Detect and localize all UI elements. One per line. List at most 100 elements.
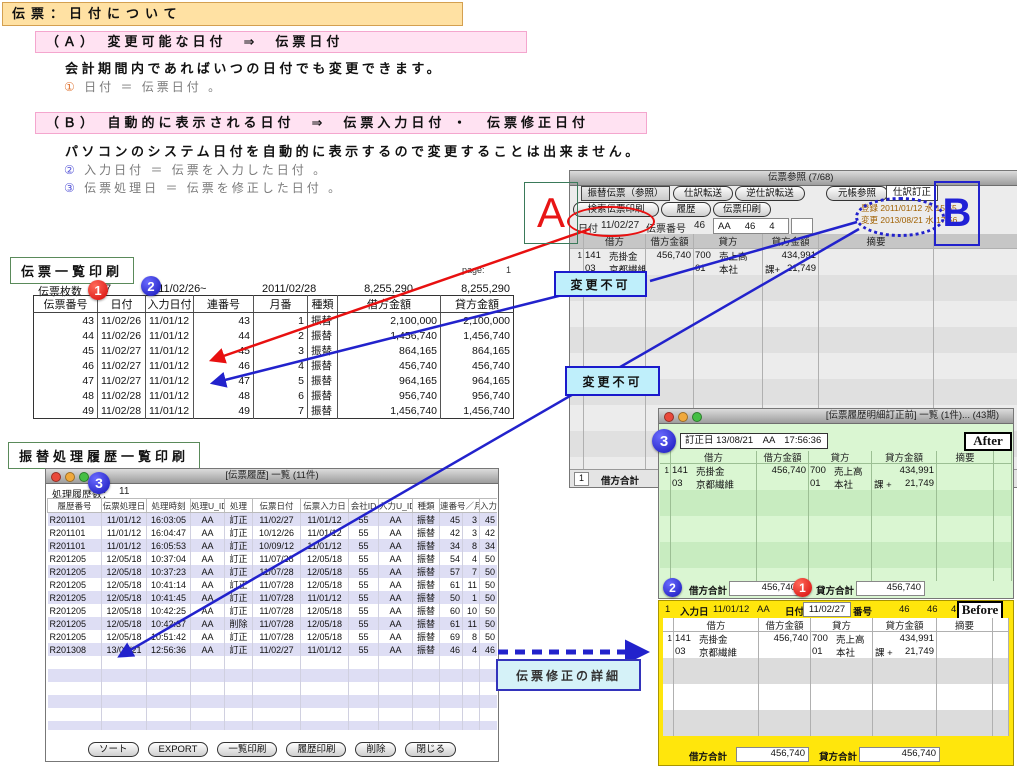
close-icon[interactable]	[664, 412, 674, 422]
empty-field[interactable]	[791, 218, 813, 234]
document: 伝票：日付について （Ａ） 変更可能な日付 ⇒ 伝票日付 会計期間内であればいつ…	[0, 0, 1017, 766]
spacer	[994, 503, 1012, 516]
history-action-button-5[interactable]: 閉じる	[405, 742, 456, 757]
history-action-button-4[interactable]: 削除	[355, 742, 396, 757]
history-row[interactable]: R20120512/05/1810:41:45AA訂正11/07/2811/01…	[48, 591, 498, 604]
history-row[interactable]: R20120512/05/1810:37:23AA訂正11/07/2812/05…	[48, 565, 498, 578]
cell: 振替	[413, 513, 440, 527]
credit-account	[811, 723, 873, 736]
cell: 振替	[308, 388, 338, 403]
history-row[interactable]: R20120512/05/1810:42:25AA訂正11/07/2812/05…	[48, 604, 498, 617]
credit-total-value: 456,740	[859, 747, 940, 762]
cell: 11/01/12	[301, 526, 349, 539]
cell	[463, 669, 480, 682]
credit-amount	[763, 327, 819, 340]
cell: 訂正	[225, 630, 253, 643]
cell	[463, 708, 480, 721]
history-row[interactable]: R20120512/05/1810:42:37AA削除11/07/2812/05…	[48, 617, 498, 630]
cell	[147, 682, 191, 695]
history-count-value: 11	[119, 486, 129, 497]
debit-amount	[646, 327, 694, 340]
column-header: 会社ID	[349, 499, 379, 513]
cell: 12/05/18	[102, 604, 147, 617]
cell: 6	[254, 388, 308, 403]
credit-amount	[763, 366, 819, 379]
credit-account	[809, 490, 872, 503]
history-row[interactable]: R20120512/05/1810:37:04AA訂正11/07/2812/05…	[48, 552, 498, 565]
section-b-item-2: ② 入力日付 ＝ 伝票を入力した日付 。	[64, 161, 328, 178]
journal-transfer-button[interactable]: 仕訳転送	[673, 186, 733, 201]
history-row[interactable]: R20130813/08/2112:56:36AA訂正11/02/2711/01…	[48, 643, 498, 656]
spacer	[994, 555, 1012, 568]
cell: 55	[349, 513, 379, 527]
account-code: 700	[694, 250, 719, 261]
history-action-button-3[interactable]: 履歴印刷	[286, 742, 346, 757]
tax-flag: 課 +	[875, 645, 893, 658]
history-row[interactable]: R20110111/01/1216:03:05AA訂正11/02/2711/01…	[48, 513, 498, 527]
history-action-button-2[interactable]: 一覧印刷	[217, 742, 277, 757]
history-action-button-0[interactable]: ソート	[88, 742, 139, 757]
credit-account	[694, 314, 763, 327]
cell: 11/01/12	[146, 388, 194, 403]
history-row[interactable]: R20110111/01/1216:04:47AA訂正10/12/2611/01…	[48, 526, 498, 539]
history-row[interactable]: R20120512/05/1810:41:14AA訂正11/07/2812/05…	[48, 578, 498, 591]
cell: 11/02/27	[253, 513, 301, 527]
cell: 12/05/18	[301, 630, 349, 643]
after-window-titlebar[interactable]: [伝票履歴明細訂正前] 一覧 (1件)... (43期)	[659, 409, 1013, 424]
row-no	[663, 658, 674, 671]
after-window: [伝票履歴明細訂正前] 一覧 (1件)... (43期) 訂正日 13/08/2…	[658, 408, 1014, 599]
cell	[379, 721, 413, 730]
voucher-reference-button[interactable]: 振替伝票（参照）	[581, 186, 670, 201]
column-header: 貸方	[811, 618, 873, 631]
cell	[463, 682, 480, 695]
debit-account	[674, 671, 759, 684]
debit-amount	[759, 723, 811, 736]
reverse-journal-transfer-button[interactable]: 逆仕訳転送	[735, 186, 805, 201]
memo	[819, 275, 934, 288]
table-row: 4611/02/2711/01/12464振替456,740456,740	[34, 358, 514, 373]
debit-account	[671, 490, 757, 503]
column-header: 入力U_ID	[379, 499, 413, 513]
cell: 訂正	[225, 526, 253, 539]
credit-total-label: 貸方合計	[819, 749, 857, 763]
cell: 11/02/26	[98, 328, 146, 343]
table-row: 4711/02/2711/01/12475振替964,165964,165	[34, 373, 514, 388]
no-label: 番号	[853, 604, 872, 618]
sum-debit: 8,255,290	[313, 283, 413, 295]
history-window-titlebar[interactable]: [伝票履歴] 一覧 (11件)	[46, 469, 498, 484]
cell: 11/02/27	[253, 643, 301, 656]
cell: 61	[440, 578, 463, 591]
row-no	[570, 418, 584, 431]
minimize-icon[interactable]	[678, 412, 688, 422]
voucher-print-button[interactable]: 伝票印刷	[713, 202, 771, 217]
no2-value: 46	[745, 221, 756, 232]
credit-amount: 課 +21,749	[873, 645, 937, 658]
history-action-button-1[interactable]: EXPORT	[148, 742, 209, 757]
section-b-heading: （Ｂ） 自動的に表示される日付 ⇒ 伝票入力日付 ・ 伝票修正日付	[35, 112, 647, 134]
cell: 11/01/12	[301, 513, 349, 527]
column-header: 借方金額	[759, 618, 811, 631]
spacer	[994, 451, 1012, 463]
history-button[interactable]: 履歴	[661, 202, 711, 217]
row-no	[570, 431, 584, 444]
spacer	[994, 529, 1012, 542]
row-no: 1	[665, 604, 670, 615]
zoom-icon[interactable]	[692, 412, 702, 422]
cell	[379, 708, 413, 721]
cell	[147, 695, 191, 708]
column-header: 摘要	[819, 234, 934, 248]
debit-amount: 456,740	[759, 632, 811, 645]
voucher-id-field[interactable]: AA 46 4	[713, 218, 789, 234]
cell	[48, 695, 102, 708]
history-row[interactable]: R20110111/01/1216:05:53AA訂正10/09/1211/01…	[48, 539, 498, 552]
credit-amount	[873, 723, 937, 736]
credit-amount	[763, 301, 819, 314]
cell: 12/05/18	[301, 565, 349, 578]
cell: R201205	[48, 552, 102, 565]
letter-b-callout: B	[934, 181, 980, 246]
debit-account	[671, 516, 757, 529]
debit-account	[584, 314, 646, 327]
row-no: 1	[663, 632, 674, 645]
cell: 訂正	[225, 513, 253, 527]
history-row[interactable]: R20120512/05/1810:51:42AA訂正11/07/2812/05…	[48, 630, 498, 643]
